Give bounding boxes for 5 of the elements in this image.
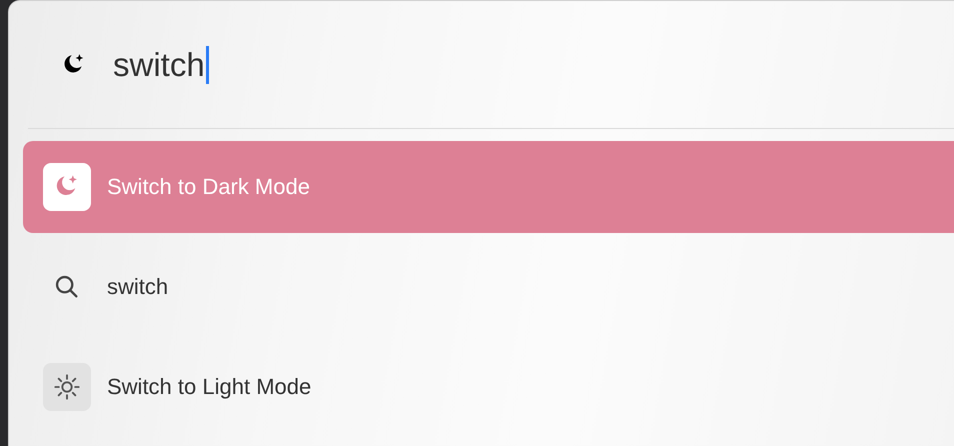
moon-icon	[43, 163, 91, 211]
sun-icon	[43, 363, 91, 411]
result-item[interactable]: switch	[23, 241, 954, 333]
result-item[interactable]: Switch to Light Mode	[23, 341, 954, 433]
search-field[interactable]: switch	[113, 46, 209, 84]
